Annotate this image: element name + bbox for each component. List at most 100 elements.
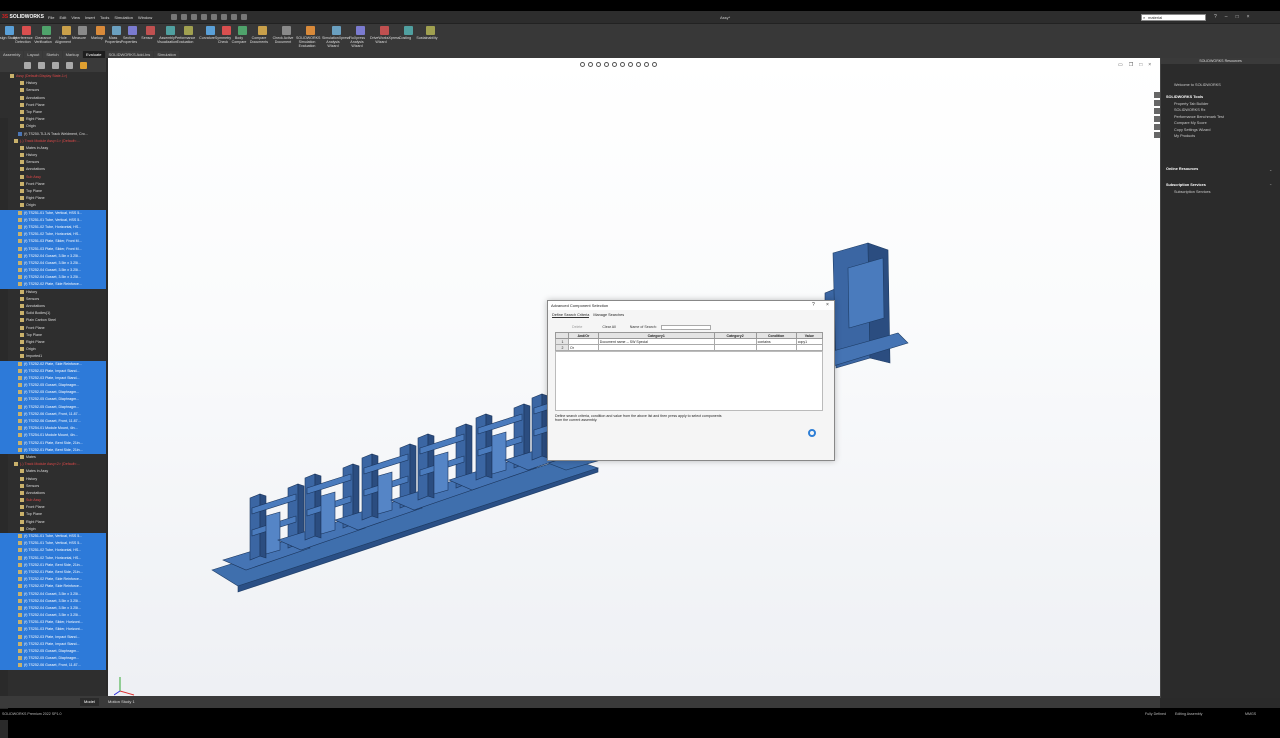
tree-node[interactable]: Origin xyxy=(0,346,106,353)
tree-node[interactable]: Annotations xyxy=(0,166,106,173)
chevron-down-icon[interactable]: ⌄ xyxy=(1269,167,1272,172)
tree-node[interactable]: (f) TS251-03 Plate, Slider, Horizont... xyxy=(0,626,106,634)
chevron-up-icon[interactable]: ⌃ xyxy=(1269,183,1272,188)
tree-node[interactable]: Top Plane xyxy=(0,109,106,116)
menu-item[interactable]: Window xyxy=(138,15,152,20)
feature-tree-icon[interactable] xyxy=(24,62,31,69)
menu-item[interactable]: Tools xyxy=(100,15,109,20)
tree-node[interactable]: (f) TS252-03 Plate, Impact Stand... xyxy=(0,367,106,375)
dimxpert-icon[interactable] xyxy=(66,62,73,69)
tool-link[interactable]: SOLIDWORKS Rx xyxy=(1174,108,1224,112)
tree-node[interactable]: (f) TS252-04 Gusset, 3.5in x 3.25i... xyxy=(0,274,106,282)
tree-node[interactable]: (f) TS252-06 Gusset, Front, 11.87... xyxy=(0,662,106,670)
tree-node[interactable]: (f) TS252-03 Plate, Impact Stand... xyxy=(0,374,106,383)
appearance-icon[interactable] xyxy=(80,62,87,69)
tree-node[interactable]: (f) TS251-01 Tube, Vertical, HSS 5... xyxy=(0,216,106,224)
tree-node[interactable]: Sensors xyxy=(0,159,106,166)
save-icon[interactable] xyxy=(191,14,197,20)
solidworks-logo[interactable]: 3S SOLIDWORKS xyxy=(2,14,44,20)
ribbon-button[interactable]: Performance Evaluation xyxy=(175,26,196,44)
tree-node[interactable]: Front Plane xyxy=(0,504,106,511)
tree-node[interactable]: History xyxy=(0,152,106,159)
tree-node[interactable]: (f) TS252-05 Gusset, Diaphragm... xyxy=(0,648,106,656)
tree-node[interactable]: Annotations xyxy=(0,490,106,497)
delete-button[interactable]: Delete xyxy=(572,325,582,330)
tree-node[interactable]: Mates in Assy xyxy=(0,145,106,152)
command-tab[interactable]: Sketch xyxy=(43,51,62,58)
command-tab[interactable]: Markup xyxy=(62,51,82,58)
ribbon-button[interactable]: SOLIDWORKS Simulation Evaluation xyxy=(296,26,320,48)
ribbon-button[interactable]: Costing xyxy=(399,26,416,40)
ribbon-button[interactable]: FloXpress Analysis Wizard xyxy=(349,26,368,48)
tool-link[interactable]: Performance Benchmark Test xyxy=(1174,115,1224,119)
tool-link[interactable]: Compare My Score xyxy=(1174,121,1224,125)
tree-node[interactable]: (f) TS251-01 Tube, Vertical, HSS 5... xyxy=(0,540,106,548)
table-cell[interactable]: Or xyxy=(568,344,599,351)
command-tab[interactable]: Assembly xyxy=(0,51,24,58)
menu-item[interactable]: View xyxy=(71,15,80,20)
tree-node[interactable]: Top Plane xyxy=(0,332,106,339)
options-icon[interactable] xyxy=(241,14,247,20)
tree-node[interactable]: (f) TS251-02 Tube, Horizontal, HS... xyxy=(0,223,106,232)
minimize-icon[interactable]: – xyxy=(1225,14,1228,20)
search-input[interactable]: ⌕ material xyxy=(1141,14,1206,21)
tree-node[interactable]: History xyxy=(0,80,106,87)
custom-properties-icon[interactable] xyxy=(1154,132,1160,138)
ribbon-button[interactable]: SimulationXpress Analysis Wizard xyxy=(322,26,350,48)
tree-node[interactable]: (f) TS252-01 Plate, Bent Side, 21in... xyxy=(0,568,106,577)
tree-node[interactable]: (f) TS252-02 Plate, Side Reinforce... xyxy=(0,583,106,591)
tree-node[interactable]: (f) TS252-05 Gusset, Diaphragm... xyxy=(0,389,106,397)
tree-node[interactable]: (f) TS252-01 Plate, Bent Side, 21in... xyxy=(0,439,106,447)
tree-node[interactable]: (f) TS252-04 Gusset, 3.5in x 3.25i... xyxy=(0,259,106,268)
property-manager-icon[interactable] xyxy=(38,62,45,69)
tool-link[interactable]: My Products xyxy=(1174,134,1224,138)
tab-manage-searches[interactable]: Manage Searches xyxy=(593,313,624,318)
tree-node[interactable]: (f) TS254-01 Module Mount, 4in... xyxy=(0,432,106,440)
tree-node[interactable]: Right Plane xyxy=(0,339,106,346)
tree-node[interactable]: Origin xyxy=(0,123,106,130)
tree-node[interactable]: Sub Assy xyxy=(0,497,106,504)
tree-node[interactable]: Right Plane xyxy=(0,116,106,123)
tree-node[interactable]: (f) TS252-04 Gusset, 3.5in x 3.25i... xyxy=(0,612,106,620)
tree-node[interactable]: Sensors xyxy=(0,87,106,94)
configuration-icon[interactable] xyxy=(52,62,59,69)
tree-node[interactable]: (f) TS251-02 Tube, Horizontal, HS... xyxy=(0,554,106,562)
tree-node[interactable]: (f) TS252-04 Gusset, 3.5in x 3.25i... xyxy=(0,604,106,613)
status-units[interactable]: MMGS xyxy=(1245,712,1256,716)
tree-node[interactable]: (f) TS252-02 Plate, Side Reinforce... xyxy=(0,576,106,584)
tree-node[interactable]: Solid Bodies(1) xyxy=(0,310,106,317)
ribbon-button[interactable]: Check Active Document xyxy=(273,26,294,44)
tree-node[interactable]: Sensors xyxy=(0,296,106,303)
tree-node[interactable]: (f) TS252-04 Gusset, 3.5in x 3.25i... xyxy=(0,590,106,598)
command-tab[interactable]: Evaluate xyxy=(82,51,105,58)
tree-node[interactable]: (-) Track Module Assy<1> (Default<... xyxy=(0,138,106,145)
tree-node[interactable]: (f) TS251-01 Tube, Vertical, HSS 5... xyxy=(0,209,106,217)
subscription-link[interactable]: Subscription Services xyxy=(1174,190,1276,194)
tree-node[interactable]: (f) TS251-03 Plate, Slider, Front M... xyxy=(0,238,106,246)
tree-node[interactable]: (f) TS252-06 Gusset, Front, 11.87... xyxy=(0,410,106,418)
command-tab[interactable]: SOLIDWORKS Add-Ins xyxy=(105,51,154,58)
tree-node[interactable]: Assy (Default<Display State-1>) xyxy=(0,73,106,80)
resources-tab-icon[interactable] xyxy=(1154,92,1160,98)
tree-node[interactable]: (f) TS252-03 Plate, Impact Stand... xyxy=(0,633,106,641)
tree-node[interactable]: Sub Assy xyxy=(0,174,106,181)
menu-item[interactable]: Edit xyxy=(59,15,66,20)
table-cell[interactable] xyxy=(795,344,824,351)
tree-node[interactable]: Top Plane xyxy=(0,511,106,518)
tree-node[interactable]: (f) TS252-01 Plate, Bent Side, 21in... xyxy=(0,446,106,454)
appearances-icon[interactable] xyxy=(1154,124,1160,130)
tree-node[interactable]: (-) Track Module Assy<2> (Default<... xyxy=(0,461,106,468)
ribbon-button[interactable]: Hole Alignment xyxy=(55,26,74,44)
help-icon[interactable]: ? xyxy=(1214,14,1217,20)
print-icon[interactable] xyxy=(201,14,207,20)
search-name-field[interactable] xyxy=(660,325,711,330)
tab-motion-study[interactable]: Motion Study 1 xyxy=(104,698,139,706)
select-icon[interactable] xyxy=(221,14,227,20)
undo-icon[interactable] xyxy=(211,14,217,20)
help-icon[interactable]: ? xyxy=(812,302,815,308)
tree-node[interactable]: (f) TS250-TL3-N Track Weldment, Cro... xyxy=(0,131,106,138)
tree-node[interactable]: (f) TS252-04 Gusset, 3.5in x 3.25i... xyxy=(0,597,106,605)
tree-node[interactable]: Right Plane xyxy=(0,519,106,526)
tree-node[interactable]: History xyxy=(0,289,106,296)
close-icon[interactable]: × xyxy=(826,302,829,308)
